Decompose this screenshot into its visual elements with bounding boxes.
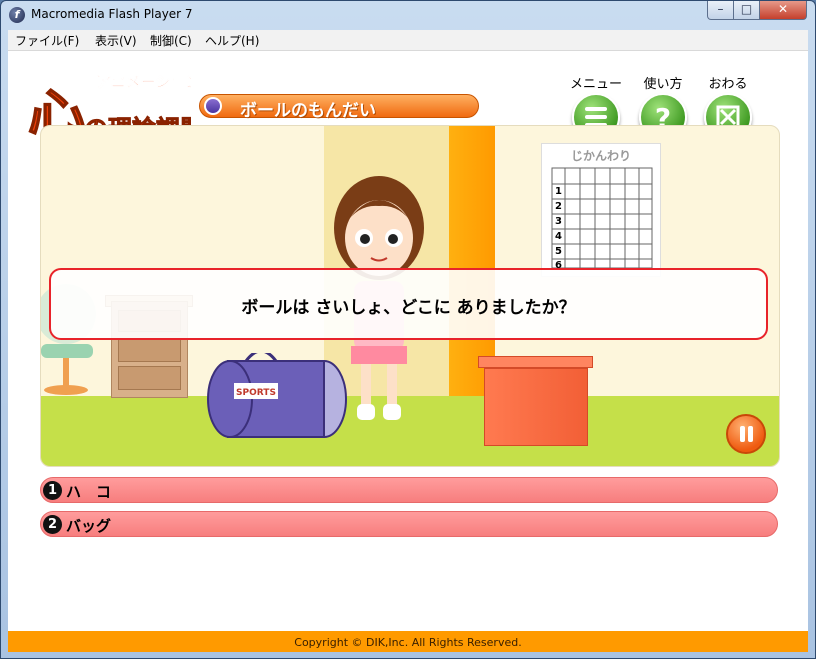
app-window: f Macromedia Flash Player 7 – □ ✕ ファイル(F… xyxy=(0,0,816,659)
flash-content: アニメーション版 心 の理論課題 ボールのもんだい メニュー 使い方 ? おわる xyxy=(8,51,808,652)
question-text: ボールは さいしょ、どこに ありましたか？ xyxy=(241,298,576,318)
timetable-row-4: 4 xyxy=(555,231,562,242)
timetable-row-1: 1 xyxy=(555,186,562,197)
bag-label: SPORTS xyxy=(236,388,276,398)
maximize-button[interactable]: □ xyxy=(733,1,760,20)
ball-icon xyxy=(204,97,222,115)
answer-label-1: ハ コ xyxy=(66,483,112,501)
answer-label-2: バッグ xyxy=(66,517,112,535)
close-window-button[interactable]: ✕ xyxy=(759,1,807,20)
quit-button-label: おわる xyxy=(708,77,748,92)
question-title: ボールのもんだい xyxy=(240,101,376,121)
window-title: Macromedia Flash Player 7 xyxy=(31,7,193,21)
menu-file[interactable]: ファイル(F) xyxy=(15,32,79,49)
menu-help[interactable]: ヘルプ(H) xyxy=(205,32,259,49)
box-body xyxy=(484,368,588,446)
answer-number-1: 1 xyxy=(43,481,62,500)
timetable-row-3: 3 xyxy=(555,216,562,227)
minimize-button[interactable]: – xyxy=(707,1,734,20)
answer-option-1[interactable]: 1 ハ コ xyxy=(40,477,778,503)
copyright-text: Copyright © DIK,Inc. All Rights Reserved… xyxy=(294,636,522,649)
menu-control[interactable]: 制御(C) xyxy=(150,32,192,49)
question-box: ボールは さいしょ、どこに ありましたか？ xyxy=(49,268,768,340)
timetable-row-5: 5 xyxy=(555,246,562,257)
box-lid xyxy=(478,356,593,368)
question-title-pill: ボールのもんだい xyxy=(199,94,479,121)
timetable-row-2: 2 xyxy=(555,201,562,212)
flash-app-icon: f xyxy=(9,7,25,23)
answer-number-2: 2 xyxy=(43,515,62,534)
footer-bar: Copyright © DIK,Inc. All Rights Reserved… xyxy=(8,631,808,652)
answer-option-2[interactable]: 2 バッグ xyxy=(40,511,778,537)
logo-subtitle: アニメーション版 xyxy=(96,73,191,91)
pause-icon xyxy=(740,426,745,442)
sports-bag: SPORTS xyxy=(207,353,347,438)
box xyxy=(478,356,593,446)
pause-button[interactable] xyxy=(726,414,766,454)
menu-bar: ファイル(F) 表示(V) 制御(C) ヘルプ(H) xyxy=(8,30,808,51)
menu-button-label: メニュー xyxy=(569,77,622,92)
title-bar[interactable]: f Macromedia Flash Player 7 – □ ✕ xyxy=(1,1,815,29)
menu-view[interactable]: 表示(V) xyxy=(95,32,137,49)
timetable-poster: じかんわり 1 2 3 4 5 6 xyxy=(541,143,661,277)
help-button-label: 使い方 xyxy=(643,77,683,92)
